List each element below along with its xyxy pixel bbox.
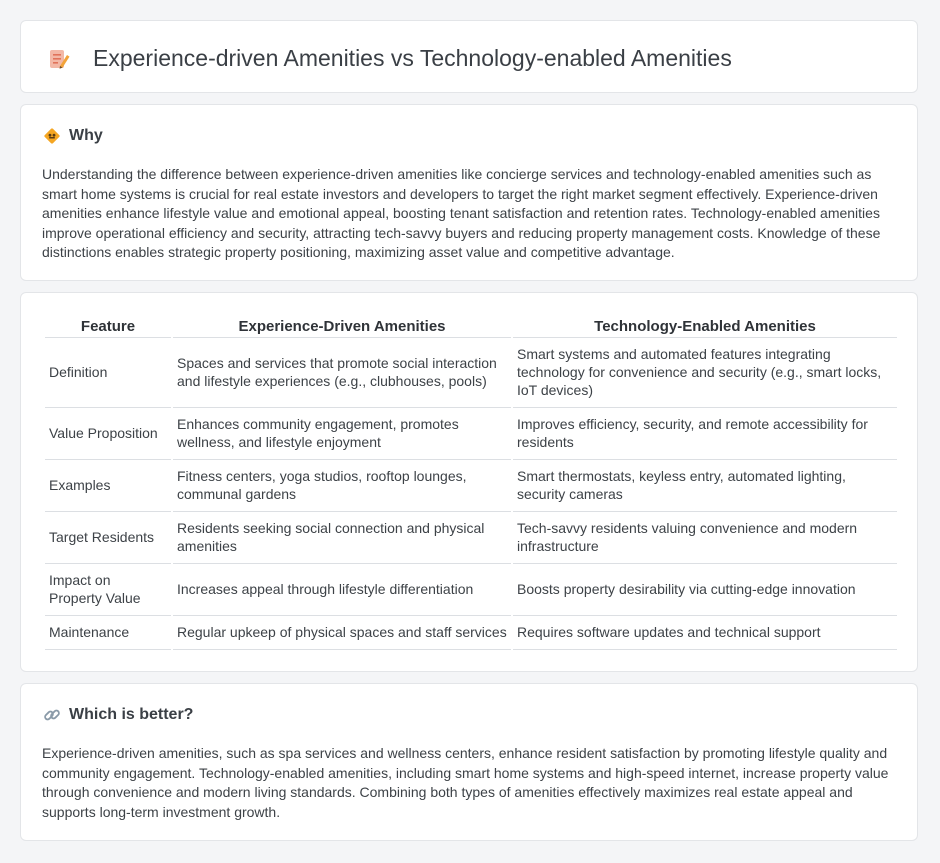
which-better-text: Experience-driven amenities, such as spa… <box>42 745 889 820</box>
which-better-card: Which is better? Experience-driven ameni… <box>20 683 918 841</box>
experience-cell: Fitness centers, yoga studios, rooftop l… <box>173 460 511 512</box>
experience-cell: Regular upkeep of physical spaces and st… <box>173 616 511 650</box>
comparison-card: Feature Experience-Driven Amenities Tech… <box>20 292 918 672</box>
table-row: Examples Fitness centers, yoga studios, … <box>45 460 897 512</box>
experience-cell: Increases appeal through lifestyle diffe… <box>173 564 511 616</box>
experience-cell: Enhances community engagement, promotes … <box>173 408 511 460</box>
technology-cell: Improves efficiency, security, and remot… <box>513 408 897 460</box>
technology-cell: Requires software updates and technical … <box>513 616 897 650</box>
why-title: Why <box>69 127 103 144</box>
document-edit-icon <box>50 49 70 69</box>
table-row: Definition Spaces and services that prom… <box>45 338 897 408</box>
feature-cell: Impact on Property Value <box>45 564 171 616</box>
header-feature: Feature <box>45 315 171 338</box>
why-card: Why Understanding the difference between… <box>20 104 918 281</box>
table-header-row: Feature Experience-Driven Amenities Tech… <box>45 315 897 338</box>
which-better-title: Which is better? <box>69 706 194 723</box>
table-row: Target Residents Residents seeking socia… <box>45 512 897 564</box>
comparison-table: Feature Experience-Driven Amenities Tech… <box>43 315 899 650</box>
experience-cell: Residents seeking social connection and … <box>173 512 511 564</box>
link-icon <box>44 709 60 721</box>
why-text: Understanding the difference between exp… <box>42 166 881 260</box>
technology-cell: Boosts property desirability via cutting… <box>513 564 897 616</box>
table-row: Maintenance Regular upkeep of physical s… <box>45 616 897 650</box>
feature-cell: Target Residents <box>45 512 171 564</box>
feature-cell: Definition <box>45 338 171 408</box>
diamond-sign-icon <box>44 128 60 144</box>
experience-cell: Spaces and services that promote social … <box>173 338 511 408</box>
feature-cell: Value Proposition <box>45 408 171 460</box>
technology-cell: Smart systems and automated features int… <box>513 338 897 408</box>
header-technology: Technology-Enabled Amenities <box>513 315 897 338</box>
feature-cell: Maintenance <box>45 616 171 650</box>
technology-cell: Smart thermostats, keyless entry, automa… <box>513 460 897 512</box>
table-row: Value Proposition Enhances community eng… <box>45 408 897 460</box>
page-title: Experience-driven Amenities vs Technolog… <box>93 45 732 71</box>
feature-cell: Examples <box>45 460 171 512</box>
technology-cell: Tech-savvy residents valuing convenience… <box>513 512 897 564</box>
table-row: Impact on Property Value Increases appea… <box>45 564 897 616</box>
title-card: Experience-driven Amenities vs Technolog… <box>20 20 918 93</box>
header-experience: Experience-Driven Amenities <box>173 315 511 338</box>
